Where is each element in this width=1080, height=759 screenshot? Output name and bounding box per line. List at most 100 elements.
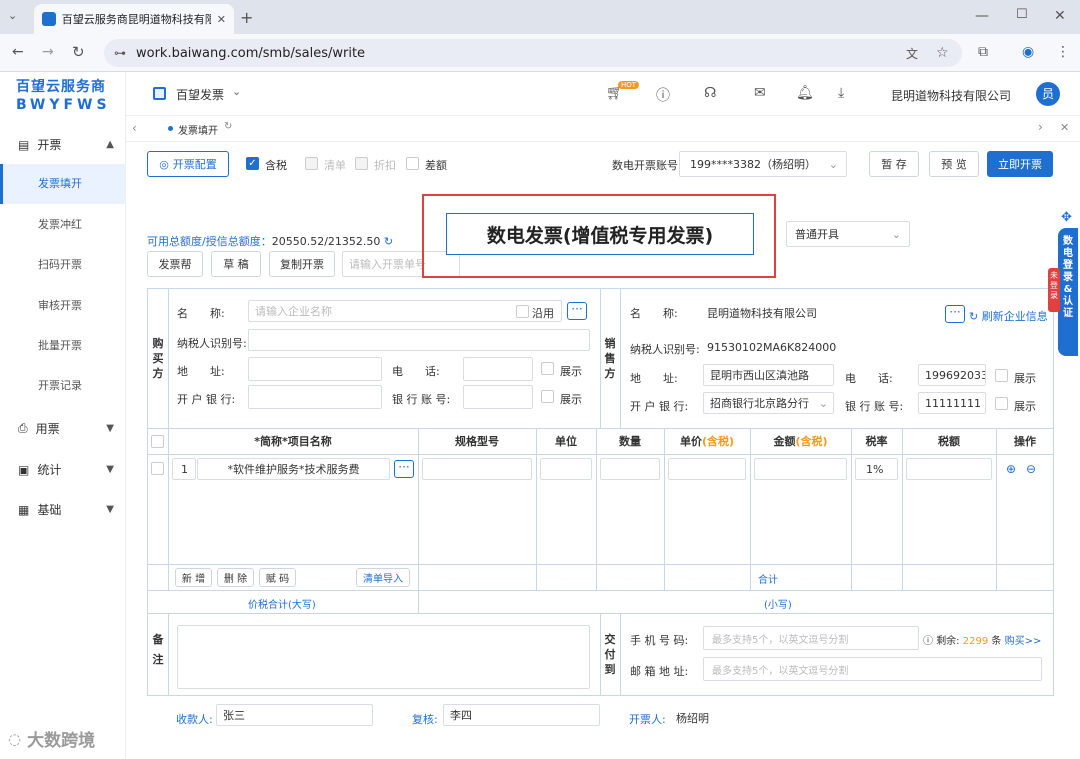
buyer-show-phone-checkbox[interactable] bbox=[541, 362, 554, 375]
difference-checkbox[interactable] bbox=[406, 157, 419, 170]
tab-list-icon[interactable]: ⌄ bbox=[8, 9, 17, 22]
sidebar-section-stats[interactable]: ▣ 统计 ▼ bbox=[18, 461, 114, 478]
account-select[interactable]: 199****3382（杨绍明） ⌄ bbox=[679, 151, 847, 177]
company-name[interactable]: 昆明道物科技有限公司 bbox=[891, 87, 1011, 104]
add-row-button[interactable]: 新 增 bbox=[175, 568, 212, 587]
seller-show-account-checkbox[interactable] bbox=[995, 397, 1008, 410]
remarks-textarea[interactable] bbox=[177, 625, 590, 689]
browser-tab[interactable]: 百望云服务商昆明道物科技有限公司 ✕ bbox=[34, 4, 234, 34]
row-amount-input[interactable] bbox=[754, 458, 847, 480]
seller-show-phone-checkbox[interactable] bbox=[995, 369, 1008, 382]
discount-checkbox[interactable] bbox=[355, 157, 368, 170]
row-add-icon[interactable]: ⊕ bbox=[1006, 462, 1016, 476]
buyer-name-input[interactable]: 请输入企业名称 bbox=[248, 300, 562, 322]
row-qty-input[interactable] bbox=[600, 458, 660, 480]
row-item-picker-button[interactable]: ··· bbox=[394, 460, 414, 478]
buyer-more-button[interactable]: ··· bbox=[567, 302, 587, 320]
seller-address-input[interactable]: 昆明市西山区滇池路 bbox=[703, 364, 834, 386]
delivery-email-input[interactable]: 最多支持5个，以英文逗号分割 bbox=[703, 657, 1042, 681]
buyer-phone-input[interactable] bbox=[463, 357, 533, 381]
seller-bank-select[interactable]: 招商银行北京路分行 ⌄ bbox=[703, 392, 834, 414]
row-rate-input[interactable]: 1% bbox=[855, 458, 898, 480]
seller-account-input[interactable]: 11111111 bbox=[918, 392, 986, 414]
tab-refresh-icon[interactable]: ↻ bbox=[224, 121, 232, 132]
sidebar-section-base[interactable]: ▦ 基础 ▼ bbox=[18, 501, 114, 518]
forward-icon[interactable]: → bbox=[42, 44, 54, 60]
bookmark-star-icon[interactable]: ☆ bbox=[936, 45, 949, 61]
buyer-show-account-checkbox[interactable] bbox=[541, 390, 554, 403]
buyer-taxid-input[interactable] bbox=[248, 329, 590, 351]
maximize-icon[interactable]: ☐ bbox=[1016, 7, 1028, 22]
drag-handle-icon[interactable]: ✥ bbox=[1061, 210, 1072, 225]
refresh-company-link[interactable]: ↻ 刷新企业信息 bbox=[969, 308, 1048, 324]
message-icon[interactable]: ✉ bbox=[754, 85, 766, 101]
sidebar-item-records[interactable]: 开票记录 bbox=[0, 366, 126, 406]
issuer-value: 杨绍明 bbox=[676, 712, 709, 725]
reviewer-input[interactable]: 李四 bbox=[443, 704, 600, 726]
row-unit-input[interactable] bbox=[540, 458, 592, 480]
seller-more-button[interactable]: ··· bbox=[945, 305, 965, 323]
assign-code-button[interactable]: 赋 码 bbox=[259, 568, 296, 587]
browser-menu-icon[interactable]: ⋮ bbox=[1056, 44, 1070, 60]
profile-icon[interactable]: ◉ bbox=[1022, 44, 1034, 60]
remaining-value: 2299 bbox=[962, 636, 989, 647]
delete-row-button[interactable]: 删 除 bbox=[217, 568, 254, 587]
back-icon[interactable]: ← bbox=[12, 44, 24, 60]
tax-included-checkbox[interactable]: ✓ bbox=[246, 157, 259, 170]
buy-link[interactable]: 购买>> bbox=[1005, 636, 1042, 647]
bell-icon[interactable]: 🔔︎ bbox=[796, 85, 814, 101]
row-checkbox[interactable] bbox=[151, 462, 164, 475]
buyer-reuse-checkbox[interactable] bbox=[516, 305, 529, 318]
buyer-bank-input[interactable] bbox=[248, 385, 382, 409]
list-checkbox[interactable] bbox=[305, 157, 318, 170]
invoice-config-button[interactable]: ◎ 开票配置 bbox=[147, 151, 229, 177]
reload-icon[interactable]: ↻ bbox=[72, 43, 85, 61]
sidebar-section-issue[interactable]: ▤ 开票 ▲ bbox=[18, 136, 114, 153]
copy-invoice-button[interactable]: 复制开票 bbox=[269, 251, 335, 277]
payee-input[interactable]: 张三 bbox=[216, 704, 373, 726]
sidebar-item-batch[interactable]: 批量开票 bbox=[0, 326, 126, 366]
refresh-credit-icon[interactable]: ↻ bbox=[384, 235, 393, 248]
row-price-input[interactable] bbox=[668, 458, 746, 480]
sidebar-item-fill[interactable]: 发票填开 bbox=[0, 164, 126, 204]
url-input[interactable]: ⊶ work.baiwang.com/smb/sales/write 文 ☆ bbox=[104, 39, 962, 67]
service-icon[interactable]: ☊ bbox=[704, 85, 716, 101]
drafts-button[interactable]: 草 稿 bbox=[211, 251, 261, 277]
app-switch-chevron-icon[interactable]: ⌄ bbox=[232, 85, 241, 98]
extensions-icon[interactable]: ⧉ bbox=[978, 44, 988, 60]
sidebar-item-red[interactable]: 发票冲红 bbox=[0, 205, 126, 245]
delivery-phone-input[interactable]: 最多支持5个，以英文逗号分割 bbox=[703, 626, 919, 650]
row-remove-icon[interactable]: ⊖ bbox=[1026, 462, 1036, 476]
download-icon[interactable]: ⤓ bbox=[838, 85, 844, 101]
row-name-input[interactable]: *软件维护服务*技术服务费 bbox=[197, 458, 390, 480]
sidebar-item-review[interactable]: 审核开票 bbox=[0, 286, 126, 326]
site-info-icon[interactable]: ⊶ bbox=[114, 46, 126, 60]
row-tax-input[interactable] bbox=[906, 458, 992, 480]
select-all-checkbox[interactable] bbox=[151, 435, 164, 448]
tab-invoice-fill[interactable]: 发票填开 bbox=[178, 122, 218, 137]
avatar[interactable]: 员 bbox=[1036, 82, 1060, 106]
window-close-icon[interactable]: ✕ bbox=[1054, 8, 1066, 24]
app-name[interactable]: 百望发票 bbox=[176, 86, 224, 103]
help-icon[interactable]: ⓘ bbox=[656, 85, 670, 105]
tabs-next-icon[interactable]: › bbox=[1038, 120, 1043, 134]
buyer-account-input[interactable] bbox=[463, 385, 533, 409]
buyer-address-input[interactable] bbox=[248, 357, 382, 381]
invoice-type-select[interactable]: 普通开具 ⌄ bbox=[786, 221, 910, 247]
issue-now-button[interactable]: 立即开票 bbox=[987, 151, 1053, 177]
save-draft-button[interactable]: 暂 存 bbox=[869, 151, 919, 177]
translate-icon[interactable]: 文 bbox=[906, 45, 918, 62]
sidebar-section-use[interactable]: ⎙ 用票 ▼ bbox=[18, 420, 114, 437]
import-list-button[interactable]: 清单导入 bbox=[356, 568, 410, 587]
seller-phone-input[interactable]: 199692033 bbox=[918, 364, 986, 386]
minimize-icon[interactable]: — bbox=[975, 8, 989, 24]
row-spec-input[interactable] bbox=[422, 458, 532, 480]
tabs-prev-icon[interactable]: ‹ bbox=[132, 121, 137, 135]
tabs-close-icon[interactable]: ✕ bbox=[1060, 121, 1069, 134]
invoice-helper-button[interactable]: 发票帮 bbox=[147, 251, 203, 277]
digital-login-tab[interactable]: 数电登录&认证 bbox=[1058, 228, 1078, 356]
sidebar-item-scan[interactable]: 扫码开票 bbox=[0, 245, 126, 285]
new-tab-icon[interactable]: + bbox=[240, 8, 253, 27]
preview-button[interactable]: 预 览 bbox=[929, 151, 979, 177]
tab-close-icon[interactable]: ✕ bbox=[217, 13, 226, 26]
